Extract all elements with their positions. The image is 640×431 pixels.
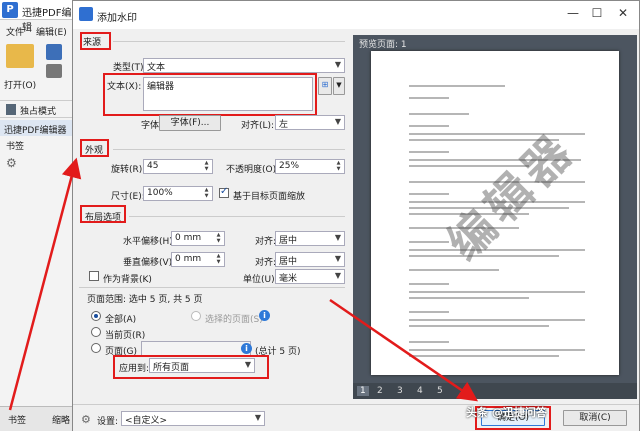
arrow-to-appearance: [8, 157, 82, 411]
overlay-watermark: 头条 @迅捷问答: [466, 406, 547, 419]
arrow-to-ok: [329, 298, 479, 402]
annotation-arrows: [8, 157, 479, 411]
